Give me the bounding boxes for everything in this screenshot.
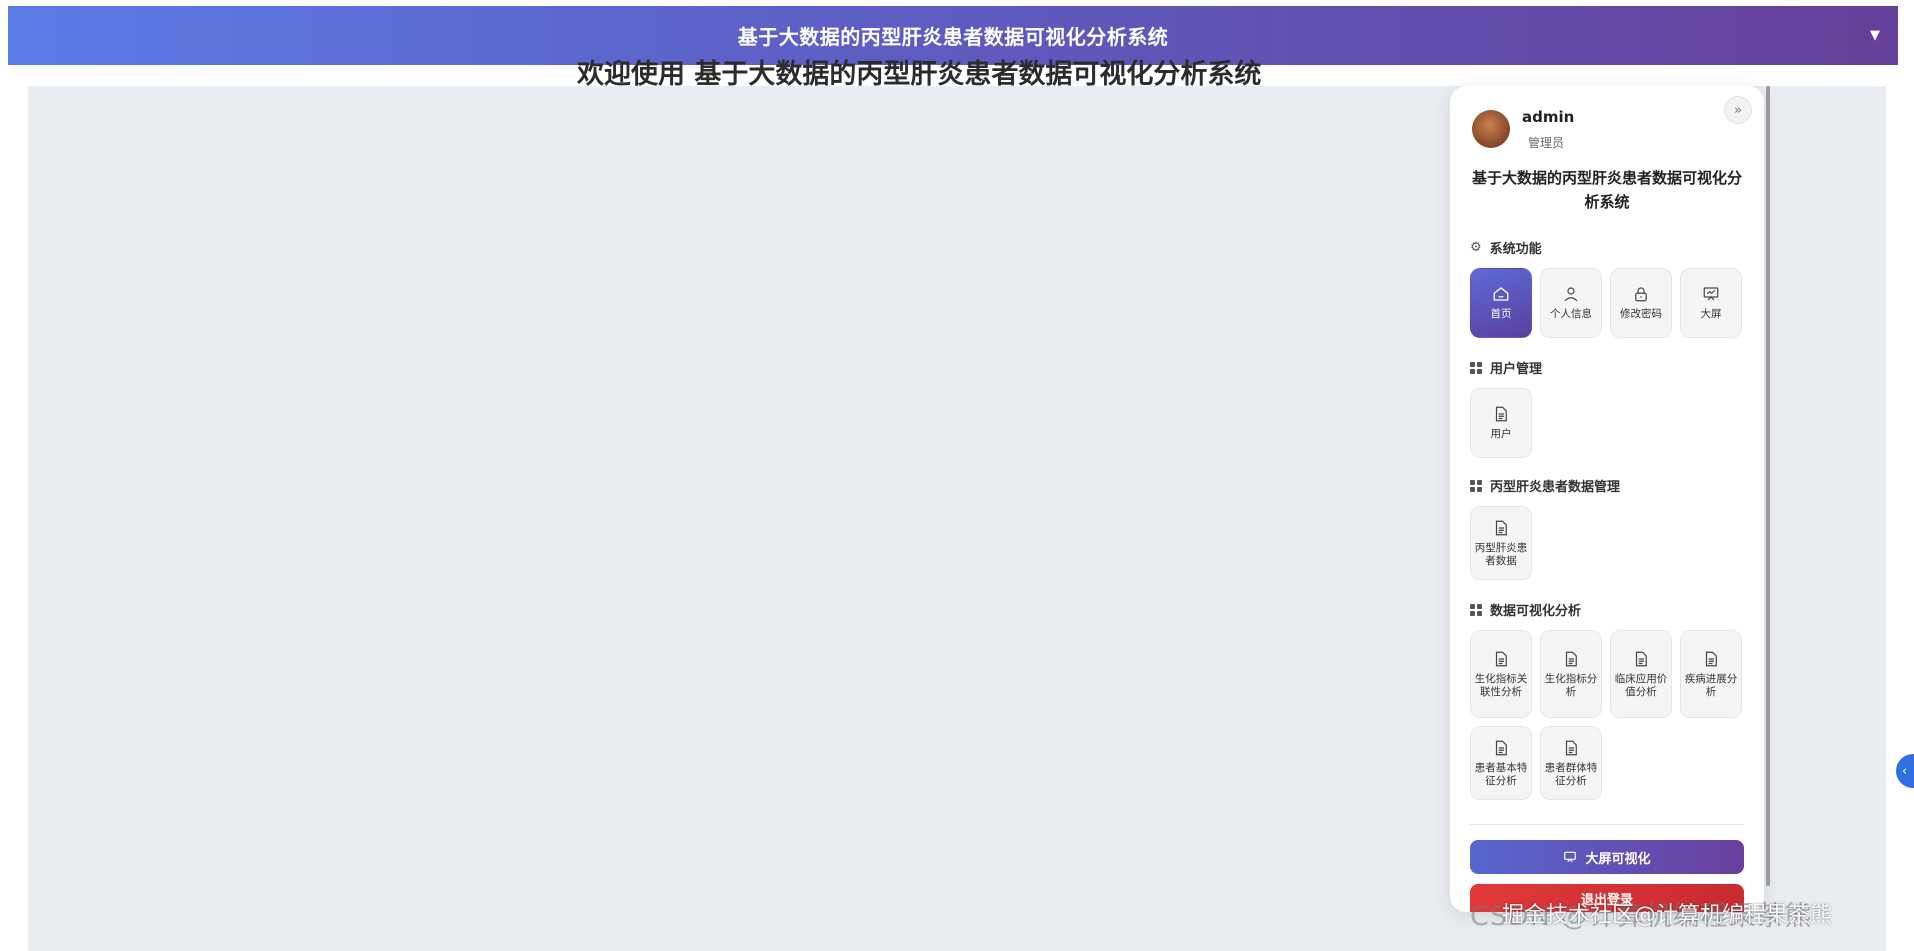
double-chevron-right-icon: » <box>1734 102 1742 118</box>
tile-disease-progression[interactable]: 疾病进展分析 <box>1680 630 1742 718</box>
section-user-management: 用户管理 <box>1470 358 1542 377</box>
tile-big-screen[interactable]: 大屏 <box>1680 268 1742 338</box>
section-hcv-data-management: 丙型肝炎患者数据管理 <box>1470 476 1620 495</box>
document-icon <box>1565 651 1577 666</box>
grid-icon <box>1470 361 1482 374</box>
tile-label: 个人信息 <box>1550 308 1592 320</box>
tile-label: 临床应用价值分析 <box>1614 672 1668 698</box>
button-label: 大屏可视化 <box>1585 851 1651 867</box>
panel-divider <box>1470 824 1744 825</box>
grid-icon <box>1470 603 1482 616</box>
tile-label: 首页 <box>1490 308 1512 320</box>
section-title: 系统功能 <box>1489 242 1542 257</box>
tile-users[interactable]: 用户 <box>1470 388 1532 458</box>
tile-home[interactable]: 首页 <box>1470 268 1532 338</box>
document-icon <box>1495 740 1507 755</box>
header-dropdown-caret-icon[interactable]: ▼ <box>1870 28 1880 43</box>
tile-change-password[interactable]: 修改密码 <box>1610 268 1672 338</box>
big-screen-visualization-button[interactable]: 大屏可视化 <box>1470 840 1744 874</box>
screen-icon <box>1703 287 1719 301</box>
screen-icon <box>1564 851 1577 863</box>
document-icon <box>1705 651 1717 666</box>
lock-icon <box>1635 287 1647 302</box>
tile-label: 丙型肝炎患者数据 <box>1474 541 1528 567</box>
section-system-functions: ⚙ 系统功能 <box>1470 238 1542 257</box>
tile-clinical-value[interactable]: 临床应用价值分析 <box>1610 630 1672 718</box>
document-icon <box>1495 406 1507 422</box>
section-data-visualization: 数据可视化分析 <box>1470 600 1581 619</box>
collapse-panel-button[interactable]: » <box>1724 96 1752 124</box>
gear-icon: ⚙ <box>1470 240 1482 255</box>
user-role: 管理员 <box>1528 136 1565 150</box>
home-icon <box>1493 287 1509 301</box>
header-title: 基于大数据的丙型肝炎患者数据可视化分析系统 <box>737 25 1169 49</box>
section-title: 丙型肝炎患者数据管理 <box>1490 480 1621 495</box>
section-title: 数据可视化分析 <box>1490 604 1582 619</box>
tile-label: 生化指标关联性分析 <box>1474 672 1528 698</box>
document-icon <box>1635 651 1647 666</box>
tile-label: 疾病进展分析 <box>1684 672 1738 698</box>
tile-label: 修改密码 <box>1620 308 1662 320</box>
juejin-watermark: 掘金技术社区@计算机编程果茶熊 <box>1502 903 1833 928</box>
system-title: 基于大数据的丙型肝炎患者数据可视化分析系统 <box>1471 169 1742 211</box>
section-title: 用户管理 <box>1490 362 1543 377</box>
tile-label: 生化指标分析 <box>1544 672 1598 698</box>
tile-label: 患者群体特征分析 <box>1544 761 1598 787</box>
chevron-left-icon: ‹ <box>1902 763 1908 779</box>
side-toggle-handle[interactable]: ‹ <box>1896 754 1914 788</box>
document-icon <box>1565 740 1577 755</box>
tile-profile[interactable]: 个人信息 <box>1540 268 1602 338</box>
document-icon <box>1495 651 1507 666</box>
user-icon <box>1564 287 1578 302</box>
welcome-heading: 欢迎使用 基于大数据的丙型肝炎患者数据可视化分析系统 <box>577 59 1262 90</box>
navigation-panel: admin 管理员 » 基于大数据的丙型肝炎患者数据可视化分析系统 ⚙ 系统功能… <box>1450 86 1770 912</box>
tile-label: 用户 <box>1490 428 1512 440</box>
tile-label: 患者基本特征分析 <box>1474 761 1528 787</box>
tile-biochem-analysis[interactable]: 生化指标分析 <box>1540 630 1602 718</box>
user-name: admin <box>1522 108 1575 126</box>
tile-patient-basic-features[interactable]: 患者基本特征分析 <box>1470 726 1532 800</box>
tile-biochem-correlation[interactable]: 生化指标关联性分析 <box>1470 630 1532 718</box>
tile-hcv-patient-data[interactable]: 丙型肝炎患者数据 <box>1470 506 1532 580</box>
tile-label: 大屏 <box>1700 308 1722 320</box>
user-avatar[interactable] <box>1472 110 1510 148</box>
tile-patient-group-features[interactable]: 患者群体特征分析 <box>1540 726 1602 800</box>
document-icon <box>1495 520 1507 535</box>
grid-icon <box>1470 479 1482 492</box>
panel-scrollbar[interactable] <box>1766 86 1770 886</box>
